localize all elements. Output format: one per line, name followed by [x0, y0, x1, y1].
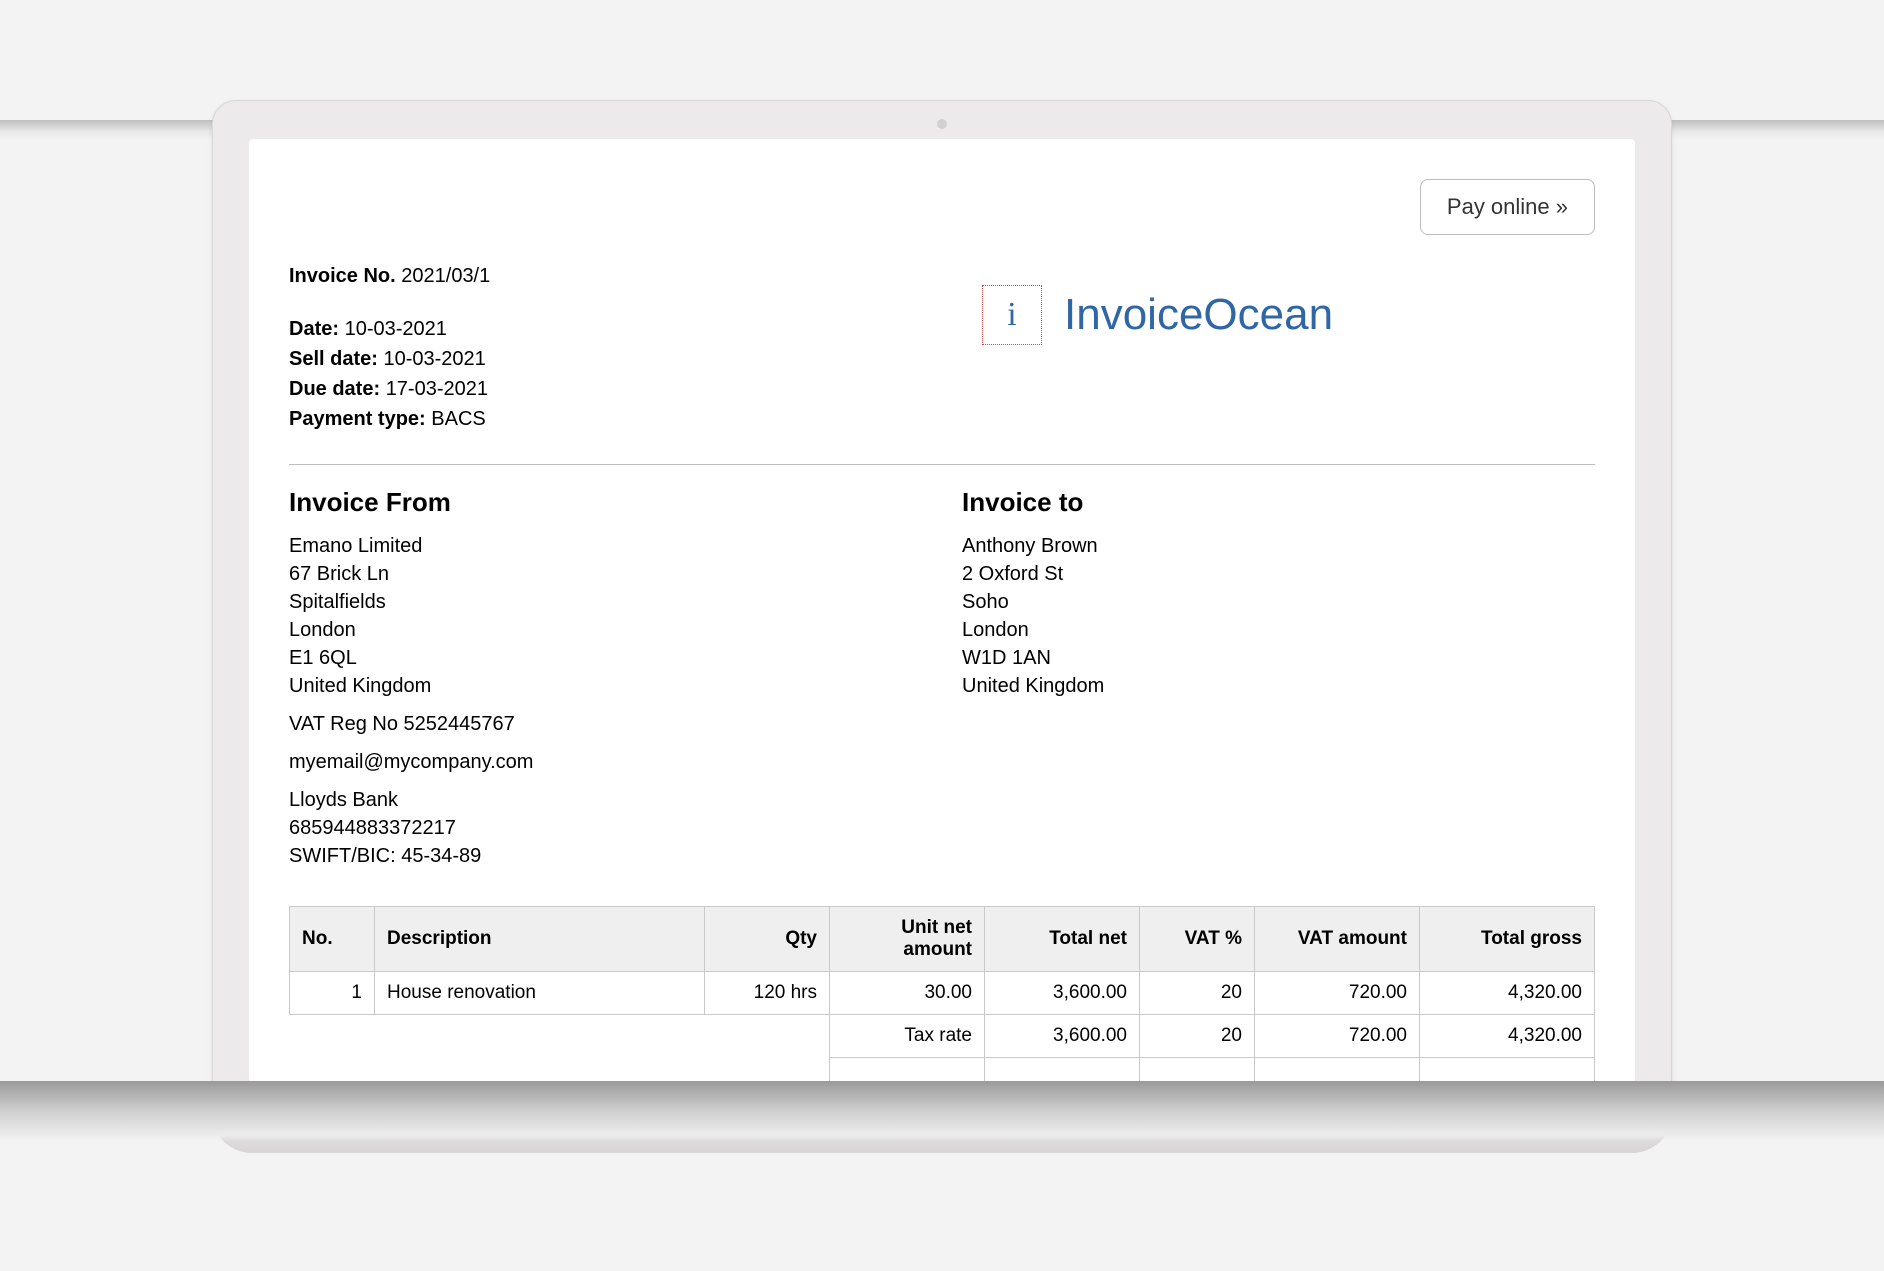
col-description: Description — [375, 907, 705, 972]
from-addr1: 67 Brick Ln — [289, 560, 922, 588]
invoice-number: Invoice No. 2021/03/1 — [289, 265, 942, 288]
from-country: United Kingdom — [289, 672, 922, 700]
invoice-sell-date: Sell date: 10-03-2021 — [289, 344, 942, 374]
cell-no: 1 — [290, 972, 375, 1015]
to-city: London — [962, 616, 1595, 644]
cell-desc: House renovation — [375, 972, 705, 1015]
col-qty: Qty — [705, 907, 830, 972]
to-addr2: Soho — [962, 588, 1595, 616]
invoice-date: Date: 10-03-2021 — [289, 314, 942, 344]
invoice-meta: Invoice No. 2021/03/1 Date: 10-03-2021 S… — [289, 265, 942, 434]
cell-vat-amount: 720.00 — [1255, 972, 1420, 1015]
depth-shadow-bottom — [0, 1081, 1884, 1141]
invoice-from: Invoice From Emano Limited 67 Brick Ln S… — [289, 487, 922, 880]
cell-total-net: 3,600.00 — [985, 972, 1140, 1015]
invoice-date-label: Date: — [289, 318, 339, 340]
invoice-due-date: Due date: 17-03-2021 — [289, 374, 942, 404]
cell-unit-net: 30.00 — [830, 972, 985, 1015]
invoice-date-value: 10-03-2021 — [345, 318, 447, 340]
col-no: No. — [290, 907, 375, 972]
tax-total-net: 3,600.00 — [985, 1015, 1140, 1058]
tax-vat-pct: 20 — [1140, 1015, 1255, 1058]
section-divider — [289, 464, 1595, 465]
tax-total-gross: 4,320.00 — [1420, 1015, 1595, 1058]
invoice-number-label: Invoice No. — [289, 265, 396, 287]
col-unit-net: Unit net amount — [830, 907, 985, 972]
invoice-number-value: 2021/03/1 — [401, 265, 490, 287]
from-email: myemail@mycompany.com — [289, 748, 922, 776]
to-name: Anthony Brown — [962, 532, 1595, 560]
payment-type-label: Payment type: — [289, 408, 426, 430]
laptop-bezel: Pay online » Invoice No. 2021/03/1 Date:… — [212, 100, 1672, 1102]
to-heading: Invoice to — [962, 487, 1595, 518]
laptop-frame: Pay online » Invoice No. 2021/03/1 Date:… — [212, 100, 1672, 1153]
brand-logo: i InvoiceOcean — [982, 285, 1333, 345]
from-heading: Invoice From — [289, 487, 922, 518]
brand-mark-icon: i — [982, 285, 1042, 345]
invoice-payment-type: Payment type: BACS — [289, 404, 942, 434]
due-date-label: Due date: — [289, 378, 380, 400]
invoice-document: Pay online » Invoice No. 2021/03/1 Date:… — [249, 139, 1635, 1101]
pay-online-button[interactable]: Pay online » — [1420, 179, 1595, 235]
from-postcode: E1 6QL — [289, 644, 922, 672]
parties: Invoice From Emano Limited 67 Brick Ln S… — [289, 487, 1595, 880]
to-country: United Kingdom — [962, 672, 1595, 700]
tax-rate-label: Tax rate — [830, 1015, 985, 1058]
from-vat: VAT Reg No 5252445767 — [289, 710, 922, 738]
brand-glyph: i — [1007, 296, 1016, 334]
from-name: Emano Limited — [289, 532, 922, 560]
from-account: 685944883372217 — [289, 814, 922, 842]
payment-type-value: BACS — [431, 408, 485, 430]
table-row: 1 House renovation 120 hrs 30.00 3,600.0… — [290, 972, 1595, 1015]
from-bank: Lloyds Bank — [289, 786, 922, 814]
cell-vat-pct: 20 — [1140, 972, 1255, 1015]
col-total-net: Total net — [985, 907, 1140, 972]
cell-qty: 120 hrs — [705, 972, 830, 1015]
tax-summary-row: Tax rate 3,600.00 20 720.00 4,320.00 — [290, 1015, 1595, 1058]
from-city: London — [289, 616, 922, 644]
line-items-table: No. Description Qty Unit net amount Tota… — [289, 906, 1595, 1101]
due-date-value: 17-03-2021 — [386, 378, 488, 400]
sell-date-value: 10-03-2021 — [383, 348, 485, 370]
col-total-gross: Total gross — [1420, 907, 1595, 972]
invoice-to: Invoice to Anthony Brown 2 Oxford St Soh… — [962, 487, 1595, 880]
camera-icon — [937, 119, 947, 129]
cell-total-gross: 4,320.00 — [1420, 972, 1595, 1015]
action-bar: Pay online » — [289, 179, 1595, 235]
col-vat-pct: VAT % — [1140, 907, 1255, 972]
from-addr2: Spitalfields — [289, 588, 922, 616]
brand-name: InvoiceOcean — [1064, 290, 1333, 340]
table-header: No. Description Qty Unit net amount Tota… — [290, 907, 1595, 972]
stage: Pay online » Invoice No. 2021/03/1 Date:… — [0, 0, 1884, 1271]
col-vat-amount: VAT amount — [1255, 907, 1420, 972]
invoice-header: Invoice No. 2021/03/1 Date: 10-03-2021 S… — [289, 265, 1595, 434]
sell-date-label: Sell date: — [289, 348, 378, 370]
to-addr1: 2 Oxford St — [962, 560, 1595, 588]
tax-vat-amount: 720.00 — [1255, 1015, 1420, 1058]
from-swift: SWIFT/BIC: 45-34-89 — [289, 842, 922, 870]
to-postcode: W1D 1AN — [962, 644, 1595, 672]
